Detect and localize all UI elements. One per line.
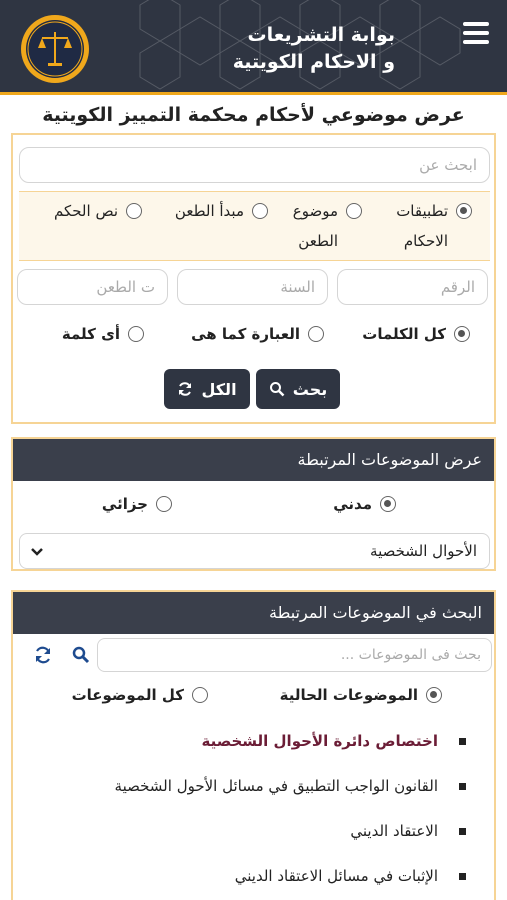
app-title: بوابة التشريعات و الاحكام الكويتية	[233, 22, 395, 76]
topic-label: الإثبات في مسائل الاعتقاد الديني	[234, 867, 438, 885]
topic-category-select[interactable]: الأحوال الشخصية	[19, 533, 490, 569]
topic-category-value: الأحوال الشخصية	[370, 542, 477, 560]
topic-search-panel: البحث في الموضوعات المرتبطة الموضوعات ال…	[11, 590, 496, 900]
search-type-label: موضوع	[292, 202, 338, 220]
search-type-appeal-subject[interactable]: موضوع الطعن	[277, 196, 362, 256]
show-all-button[interactable]: الكل	[164, 369, 250, 409]
chevron-down-icon	[31, 548, 43, 556]
search-icon[interactable]	[71, 645, 91, 665]
kind-criminal[interactable]: جزائي	[102, 489, 172, 519]
scope-label: الموضوعات الحالية	[279, 686, 418, 704]
search-type-appeal-principle[interactable]: مبدأ الطعن	[153, 196, 268, 226]
list-item[interactable]: القانون الواجب التطبيق في مسائل الأحول ا…	[27, 771, 480, 816]
radio-icon	[126, 203, 142, 219]
topic-list: اختصاص دائرة الأحوال الشخصية القانون الو…	[27, 726, 480, 900]
list-item[interactable]: اختصاص دائرة الأحوال الشخصية	[27, 726, 480, 771]
app-title-line1: بوابة التشريعات	[247, 24, 395, 46]
logo-icon	[21, 15, 89, 83]
kind-civil[interactable]: مدني	[333, 489, 396, 519]
radio-checked-icon	[426, 687, 442, 703]
topic-search-input[interactable]	[97, 638, 492, 672]
search-type-label: نص الحكم	[53, 202, 118, 220]
year-input[interactable]	[177, 269, 328, 305]
match-mode-all-words[interactable]: كل الكلمات	[362, 319, 470, 349]
search-type-label: الاحكام	[403, 232, 448, 250]
match-mode-label: كل الكلمات	[362, 325, 446, 343]
refresh-icon	[179, 382, 192, 396]
bullet-icon	[459, 873, 466, 880]
radio-icon	[192, 687, 208, 703]
hamburger-icon[interactable]	[463, 22, 489, 46]
bullet-icon	[459, 738, 466, 745]
related-topics-header: عرض الموضوعات المرتبطة	[13, 439, 494, 481]
radio-checked-icon	[456, 203, 472, 219]
search-type-label: مبدأ الطعن	[174, 202, 244, 220]
app-header: بوابة التشريعات و الاحكام الكويتية	[0, 0, 507, 95]
radio-checked-icon	[454, 326, 470, 342]
show-all-button-label: الكل	[201, 379, 237, 399]
match-mode-label: أى كلمة	[61, 325, 120, 343]
search-button[interactable]: بحث	[256, 369, 340, 409]
radio-icon	[128, 326, 144, 342]
radio-icon	[308, 326, 324, 342]
appeal-type-input[interactable]	[17, 269, 168, 305]
radio-icon	[346, 203, 362, 219]
scope-label: كل الموضوعات	[71, 686, 184, 704]
search-input[interactable]	[19, 147, 490, 183]
search-type-judgment-text[interactable]: نص الحكم	[27, 196, 142, 226]
topic-label: القانون الواجب التطبيق في مسائل الأحول ا…	[114, 777, 438, 795]
scope-all-topics[interactable]: كل الموضوعات	[72, 680, 208, 710]
kind-label: مدني	[333, 495, 372, 513]
search-type-group: تطبيقات الاحكام موضوع الطعن مبدأ الطعن نص …	[19, 191, 490, 261]
topic-label: الاعتقاد الديني	[350, 822, 438, 840]
page-title: عرض موضوعي لأحكام محكمة التمييز الكويتية	[42, 104, 465, 126]
topic-label: اختصاص دائرة الأحوال الشخصية	[201, 732, 438, 750]
match-mode-any-word[interactable]: أى كلمة	[62, 319, 144, 349]
radio-checked-icon	[380, 496, 396, 512]
search-type-judgment-applications[interactable]: تطبيقات الاحكام	[382, 196, 472, 256]
number-input[interactable]	[337, 269, 488, 305]
scope-current-topics[interactable]: الموضوعات الحالية	[280, 680, 442, 710]
refresh-icon[interactable]	[33, 645, 53, 665]
bullet-icon	[459, 783, 466, 790]
search-button-label: بحث	[292, 379, 328, 399]
search-type-label: الطعن	[298, 232, 338, 250]
list-item[interactable]: الإثبات في مسائل الاعتقاد الديني	[27, 861, 480, 900]
search-icon	[269, 382, 285, 397]
match-mode-label: العبارة كما هى	[191, 325, 300, 343]
list-item[interactable]: الاعتقاد الديني	[27, 816, 480, 861]
radio-icon	[252, 203, 268, 219]
app-title-line2: و الاحكام الكويتية	[232, 51, 395, 73]
search-panel: تطبيقات الاحكام موضوع الطعن مبدأ الطعن نص …	[11, 133, 496, 424]
radio-icon	[156, 496, 172, 512]
match-mode-exact-phrase[interactable]: العبارة كما هى	[191, 319, 324, 349]
bullet-icon	[459, 828, 466, 835]
related-topics-panel: عرض الموضوعات المرتبطة مدني جزائي الأحوا…	[11, 437, 496, 571]
search-type-label: تطبيقات	[396, 202, 448, 220]
kind-label: جزائي	[101, 495, 148, 513]
topic-search-header: البحث في الموضوعات المرتبطة	[13, 592, 494, 634]
